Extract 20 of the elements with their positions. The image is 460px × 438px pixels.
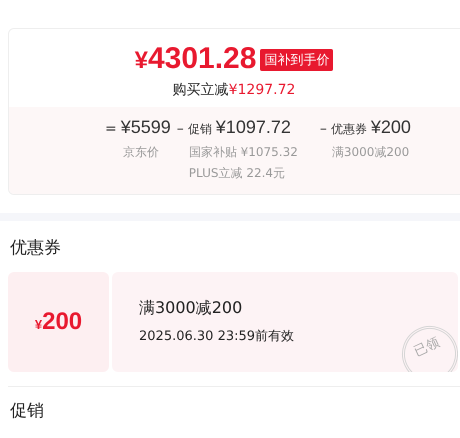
final-price: ¥4301.28 <box>134 41 256 77</box>
coupon-validity: 2025.06.30 23:59前有效 <box>139 329 294 344</box>
operator: – <box>176 121 184 137</box>
breakdown-note: 满3000减200 <box>330 144 410 161</box>
coupon-title: 满3000减200 <box>139 298 244 319</box>
section-title: 促销 <box>9 400 45 421</box>
section-title: 优惠券 <box>9 237 62 258</box>
breakdown-label: 优惠券 <box>330 121 367 138</box>
coupon-value: ¥200 <box>34 308 82 336</box>
breakdown-note: 京东价 <box>122 144 160 161</box>
breakdown-amount: ¥5599 <box>120 117 171 138</box>
breakdown-note: PLUS立减 22.4元 <box>188 165 286 182</box>
breakdown-amount: ¥200 <box>370 117 411 138</box>
operator: = <box>105 121 117 137</box>
saving-text: 购买立减¥1297.72 <box>172 81 296 99</box>
breakdown-amount: ¥1097.72 <box>216 117 291 138</box>
price-badge: 国补到手价 <box>260 49 334 71</box>
operator: – <box>320 121 327 137</box>
breakdown-label: 促销 <box>188 121 212 138</box>
breakdown-note: 国家补贴 ¥1075.32 <box>188 144 298 161</box>
